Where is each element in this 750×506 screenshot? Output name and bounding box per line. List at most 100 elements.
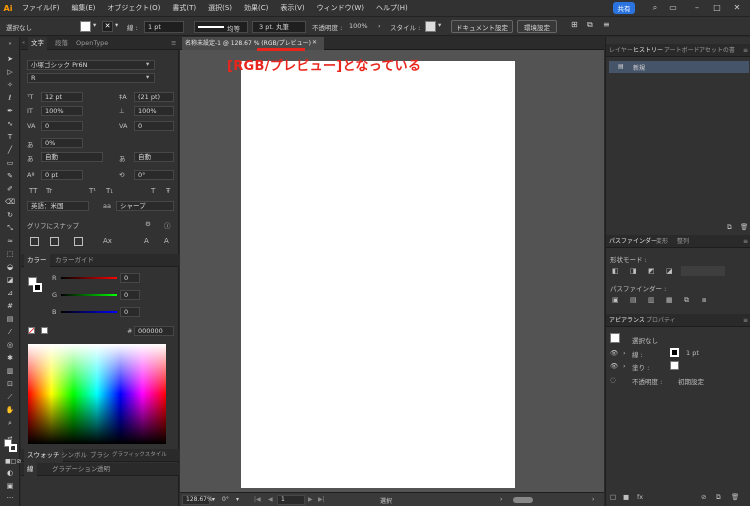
lasso-icon[interactable]: ℓ: [5, 94, 15, 103]
symbol-sprayer-icon[interactable]: ✱: [5, 354, 15, 363]
perspective-grid-icon[interactable]: ⊿: [5, 289, 15, 298]
add-stroke-icon[interactable]: □: [610, 493, 616, 501]
share-button[interactable]: 共有: [613, 2, 635, 14]
shaper-tool-icon[interactable]: ✐: [5, 185, 15, 194]
magic-wand-icon[interactable]: ✧: [5, 81, 15, 90]
hand-tool-icon[interactable]: ✋: [5, 406, 15, 415]
rotate-dropdown-icon[interactable]: ▾: [236, 496, 239, 503]
duplicate-item-icon[interactable]: ⧉: [716, 493, 721, 502]
r-slider[interactable]: [61, 277, 117, 279]
first-artboard-icon[interactable]: |◀: [254, 496, 261, 503]
opacity-value[interactable]: 100%: [349, 22, 368, 30]
menu-type[interactable]: 書式(T): [166, 3, 202, 13]
live-paint-icon[interactable]: ◪: [5, 276, 15, 285]
hex-field[interactable]: 000000: [134, 326, 174, 336]
merge-icon[interactable]: ▥: [648, 296, 655, 304]
tab-color-guide[interactable]: カラーガイド: [55, 254, 94, 267]
color-mode-icon[interactable]: ■□⊘: [5, 457, 21, 466]
menu-select[interactable]: 選択(S): [202, 3, 238, 13]
slice-tool-icon[interactable]: ⟋: [5, 393, 15, 402]
line-tool-icon[interactable]: ╱: [5, 146, 15, 155]
zoom-tool-icon[interactable]: ⌕: [5, 419, 15, 428]
menu-view[interactable]: 表示(V): [274, 3, 310, 13]
b-slider[interactable]: [61, 311, 117, 313]
history-row[interactable]: ▤ 新規: [609, 61, 749, 73]
exclude-icon[interactable]: ◪: [666, 267, 673, 275]
tab-properties[interactable]: プロパティ: [646, 314, 676, 327]
variable-width-profile[interactable]: 均等: [194, 21, 248, 33]
eyedropper-icon[interactable]: ⁄: [5, 328, 15, 337]
tab-graphic-styles[interactable]: グラフィックスタイル: [112, 449, 167, 462]
fill-dropdown-icon[interactable]: ▾: [93, 21, 96, 29]
leading-field[interactable]: (21 pt): [134, 92, 174, 102]
font-style-field[interactable]: R: [27, 73, 155, 83]
tracking-field[interactable]: 0: [134, 121, 174, 131]
document-tab-close-icon[interactable]: ✕: [312, 39, 317, 46]
stroke-swatch[interactable]: ✕: [102, 21, 113, 32]
eraser-tool-icon[interactable]: ⌫: [5, 198, 15, 207]
clear-appearance-icon[interactable]: ⊘: [701, 493, 706, 501]
pen-tool-icon[interactable]: ✒: [5, 107, 15, 116]
menu-object[interactable]: オブジェクト(O): [101, 3, 166, 13]
font-style-dropdown-icon[interactable]: ▾: [146, 73, 149, 81]
align-icon[interactable]: ⊞: [571, 20, 578, 29]
font-family-field[interactable]: 小塚ゴシック Pr6N: [27, 60, 155, 70]
unite-icon[interactable]: ◧: [612, 267, 619, 275]
selection-tool-icon[interactable]: ➤: [5, 55, 15, 64]
panel-collapse-icon[interactable]: «: [22, 37, 25, 50]
preferences-button[interactable]: 環境設定: [517, 20, 557, 33]
brush-definition[interactable]: 3 pt. 丸筆: [252, 21, 306, 33]
panel-menu-icon[interactable]: ≡: [171, 37, 176, 50]
info-icon[interactable]: ⓘ: [164, 220, 171, 230]
g-slider[interactable]: [61, 294, 117, 296]
appearance-stroke-swatch[interactable]: [670, 348, 679, 357]
zoom-field[interactable]: 128.67%: [182, 495, 213, 505]
r-field[interactable]: 0: [120, 273, 140, 283]
document-setup-button[interactable]: ドキュメント設定: [451, 20, 513, 33]
maximize-icon[interactable]: □: [708, 0, 726, 16]
status-menu-icon[interactable]: ›: [500, 496, 502, 503]
next-artboard-icon[interactable]: ▶: [308, 496, 313, 503]
tab-asset-export[interactable]: アセットの書: [699, 44, 735, 57]
screen-mode-icon[interactable]: ▣: [5, 482, 15, 491]
minimize-icon[interactable]: –: [688, 0, 706, 16]
appearance-menu-icon[interactable]: ≡: [743, 314, 748, 327]
expand-button[interactable]: [681, 266, 725, 276]
stroke-color-box[interactable]: [9, 444, 17, 452]
aki-left-field[interactable]: 自動: [41, 152, 103, 162]
tab-transparency[interactable]: 透明: [97, 463, 110, 476]
kerning-field[interactable]: 0: [41, 121, 83, 131]
opacity-dropdown-icon[interactable]: ›: [378, 22, 381, 30]
tab-align[interactable]: 整列: [677, 235, 689, 248]
fill-visibility-icon[interactable]: 👁: [610, 362, 618, 370]
history-delete-icon[interactable]: 🗑: [740, 223, 748, 231]
collapse-icon[interactable]: »: [5, 40, 15, 49]
artboard-number-field[interactable]: 1: [277, 495, 305, 505]
tab-symbols[interactable]: シンボル: [61, 449, 87, 462]
superscript-icon[interactable]: T¹: [89, 187, 96, 195]
b-field[interactable]: 0: [120, 307, 140, 317]
workspace-icon[interactable]: ▭: [664, 0, 682, 16]
search-icon[interactable]: ⌕: [646, 0, 664, 16]
tab-appearance[interactable]: アピアランス: [609, 314, 645, 327]
graphic-style-swatch[interactable]: [425, 21, 436, 32]
stroke-dropdown-icon[interactable]: ▾: [115, 21, 118, 29]
language-field[interactable]: 英語：米国: [27, 201, 89, 211]
outline-icon[interactable]: ⧉: [684, 296, 689, 305]
tab-paragraph[interactable]: 段落: [55, 37, 68, 50]
gradient-tool-icon[interactable]: ▤: [5, 315, 15, 324]
trim-icon[interactable]: ▤: [630, 296, 637, 304]
menu-effect[interactable]: 効果(C): [238, 3, 274, 13]
white-swatch-icon[interactable]: [41, 327, 48, 334]
opacity-visibility-icon[interactable]: ◌: [610, 376, 616, 384]
last-artboard-icon[interactable]: ▶|: [318, 496, 325, 503]
char-rotation-field[interactable]: 0°: [134, 170, 174, 180]
graph-tool-icon[interactable]: ▥: [5, 367, 15, 376]
add-fill-icon[interactable]: ■: [623, 493, 629, 501]
curvature-tool-icon[interactable]: ∿: [5, 120, 15, 129]
menu-edit[interactable]: 編集(E): [66, 3, 102, 13]
snap-angular-icon[interactable]: A: [144, 237, 149, 245]
close-icon[interactable]: ✕: [728, 0, 746, 16]
draw-mode-icon[interactable]: ◐: [5, 469, 15, 478]
artboard-tool-icon[interactable]: ⊡: [5, 380, 15, 389]
